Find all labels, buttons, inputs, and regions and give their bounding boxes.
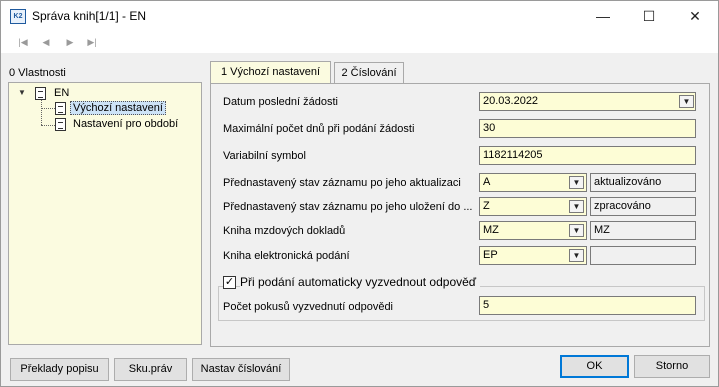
tree-expand-icon[interactable]: ▼	[18, 88, 26, 97]
title-bar[interactable]: K2 Správa knih[1/1] - EN — ☐ ✕	[1, 1, 718, 31]
payroll-book-desc: MZ	[590, 221, 696, 240]
next-record-icon[interactable]: ▶	[62, 35, 78, 49]
cancel-button[interactable]: Storno	[634, 355, 710, 378]
tab-default-settings[interactable]: 1 Výchozí nastavení	[210, 61, 331, 84]
payroll-book-label: Kniha mzdových dokladů	[223, 225, 346, 237]
status-after-update-label: Přednastavený stav záznamu po jeho aktua…	[223, 177, 461, 189]
auto-pickup-label[interactable]: Při podání automaticky vyzvednout odpově…	[240, 275, 481, 289]
minimize-button[interactable]: —	[580, 1, 626, 31]
variable-symbol-field[interactable]: 1182114205	[479, 146, 696, 165]
previous-record-icon[interactable]: ◀	[38, 35, 54, 49]
dialog-window: K2 Správa knih[1/1] - EN — ☐ ✕ |◀ ◀ ▶ ▶|…	[0, 0, 719, 387]
window-title: Správa knih[1/1] - EN	[32, 9, 147, 23]
close-button[interactable]: ✕	[672, 1, 718, 31]
chevron-down-icon[interactable]: ▼	[569, 249, 584, 262]
tab-numbering[interactable]: 2 Číslování	[334, 62, 404, 84]
status-after-save-desc: zpracováno	[590, 197, 696, 216]
last-request-date-label: Datum poslední žádosti	[223, 96, 338, 108]
tree-item-default-settings[interactable]: Výchozí nastavení	[70, 101, 166, 115]
chevron-down-icon[interactable]: ▼	[679, 95, 694, 108]
tree-root-label[interactable]: EN	[54, 87, 69, 99]
status-after-save-label: Přednastavený stav záznamu po jeho ulože…	[223, 201, 473, 213]
document-icon	[55, 118, 66, 131]
document-icon	[55, 102, 66, 115]
pickup-attempts-field[interactable]: 5	[479, 296, 696, 315]
app-logo-icon: K2	[10, 9, 26, 24]
last-request-date-field[interactable]: 20.03.2022	[479, 92, 696, 111]
tree-connector	[41, 108, 55, 109]
tree-connector	[41, 125, 55, 126]
tree-connector	[41, 100, 42, 125]
record-navigation-bar: |◀ ◀ ▶ ▶|	[1, 31, 718, 53]
e-submission-book-desc	[590, 246, 696, 265]
translations-button[interactable]: Překlady popisu	[10, 358, 109, 381]
pickup-attempts-label: Počet pokusů vyzvednutí odpovědi	[223, 301, 394, 313]
properties-tree[interactable]: ▼ EN Výchozí nastavení Nastavení pro obd…	[8, 82, 202, 345]
variable-symbol-label: Variabilní symbol	[223, 150, 306, 162]
tree-item-period-settings[interactable]: Nastavení pro období	[73, 118, 178, 130]
set-numbering-button[interactable]: Nastav číslování	[192, 358, 290, 381]
document-icon	[35, 87, 46, 100]
auto-pickup-checkbox[interactable]: ✓	[223, 276, 236, 289]
e-submission-book-label: Kniha elektronická podání	[223, 250, 350, 262]
chevron-down-icon[interactable]: ▼	[569, 176, 584, 189]
max-days-label: Maximální počet dnů při podání žádosti	[223, 123, 415, 135]
maximize-button[interactable]: ☐	[626, 1, 672, 31]
chevron-down-icon[interactable]: ▼	[569, 224, 584, 237]
chevron-down-icon[interactable]: ▼	[569, 200, 584, 213]
ok-button[interactable]: OK	[560, 355, 629, 378]
properties-header: 0 Vlastnosti	[9, 67, 66, 79]
rights-group-button[interactable]: Sku.práv	[114, 358, 187, 381]
last-record-icon[interactable]: ▶|	[84, 35, 100, 49]
first-record-icon[interactable]: |◀	[15, 35, 31, 49]
status-after-update-desc: aktualizováno	[590, 173, 696, 192]
max-days-field[interactable]: 30	[479, 119, 696, 138]
